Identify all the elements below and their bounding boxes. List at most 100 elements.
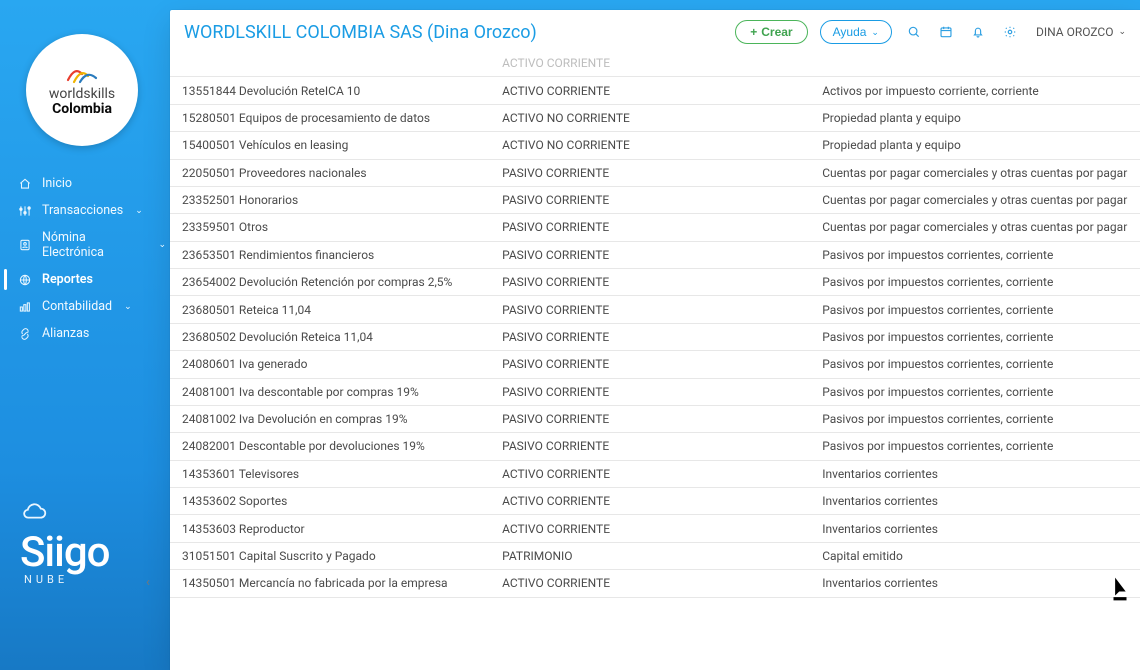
badge-icon <box>18 238 32 252</box>
cell-c3: Cuentas por pagar comerciales y otras cu… <box>810 186 1140 213</box>
sidebar-item-label: Reportes <box>42 272 93 287</box>
cell-c2: ACTIVO CORRIENTE <box>490 515 810 542</box>
cell-c2: PASIVO CORRIENTE <box>490 241 810 268</box>
cell-c3: Propiedad planta y equipo <box>810 104 1140 131</box>
cell-c1: 23680502 Devolución Reteica 11,04 <box>170 323 490 350</box>
sidebar-item-alianzas[interactable]: Alianzas <box>4 320 170 347</box>
table-row[interactable]: 23680502 Devolución Reteica 11,04PASIVO … <box>170 323 1140 350</box>
globe-icon <box>18 273 32 287</box>
table-row[interactable]: 15400501 Vehículos en leasingACTIVO NO C… <box>170 132 1140 159</box>
collapse-sidebar-button[interactable]: ‹ <box>146 575 150 590</box>
cell-c3: Inventarios corrientes <box>810 570 1140 597</box>
cell-c2: ACTIVO NO CORRIENTE <box>490 132 810 159</box>
user-menu[interactable]: DINA OROZCO⌄ <box>1036 25 1126 39</box>
cell-c2: PASIVO CORRIENTE <box>490 405 810 432</box>
sidebar-item-reportes[interactable]: Reportes <box>4 266 170 293</box>
sidebar-item-transacciones[interactable]: Transacciones ⌄ <box>4 197 170 224</box>
table-row[interactable]: 31051501 Capital Suscrito y PagadoPATRIM… <box>170 542 1140 569</box>
cell-c1: 15280501 Equipos de procesamiento de dat… <box>170 104 490 131</box>
cursor-icon <box>1110 576 1130 606</box>
bars-icon <box>18 300 32 314</box>
gear-icon[interactable] <box>1000 22 1020 42</box>
table-row[interactable]: 14353602 SoportesACTIVO CORRIENTEInventa… <box>170 488 1140 515</box>
table-row[interactable]: ACTIVO CORRIENTE <box>170 50 1140 77</box>
cell-c1: 14353602 Soportes <box>170 488 490 515</box>
cell-c2: PASIVO CORRIENTE <box>490 186 810 213</box>
logo-line2: Colombia <box>52 101 112 117</box>
page-title: WORDLSKILL COLOMBIA SAS (Dina Orozco) <box>184 22 537 43</box>
table-row[interactable]: 14353601 TelevisoresACTIVO CORRIENTEInve… <box>170 460 1140 487</box>
table-row[interactable]: 23653501 Rendimientos financierosPASIVO … <box>170 241 1140 268</box>
cell-c2: PASIVO CORRIENTE <box>490 214 810 241</box>
worldskills-mark-icon <box>62 64 102 87</box>
table-row[interactable]: 24081001 Iva descontable por compras 19%… <box>170 378 1140 405</box>
chevron-down-icon: ⌄ <box>1118 27 1126 37</box>
cell-c3: Pasivos por impuestos corrientes, corrie… <box>810 269 1140 296</box>
cell-c1: 31051501 Capital Suscrito y Pagado <box>170 542 490 569</box>
table-row[interactable]: 14353603 ReproductorACTIVO CORRIENTEInve… <box>170 515 1140 542</box>
cell-c3: Pasivos por impuestos corrientes, corrie… <box>810 351 1140 378</box>
cell-c2: ACTIVO CORRIENTE <box>490 50 810 77</box>
cell-c3: Pasivos por impuestos corrientes, corrie… <box>810 323 1140 350</box>
create-button[interactable]: +Crear <box>735 20 807 44</box>
link-icon <box>18 327 32 341</box>
brand-sub: NUBE <box>24 573 109 586</box>
table-row[interactable]: 23654002 Devolución Retención por compra… <box>170 269 1140 296</box>
help-button[interactable]: Ayuda ⌄ <box>820 20 892 44</box>
cell-c1: 14350501 Mercancía no fabricada por la e… <box>170 570 490 597</box>
table-row[interactable]: 23359501 OtrosPASIVO CORRIENTECuentas po… <box>170 214 1140 241</box>
table-row[interactable]: 23352501 HonorariosPASIVO CORRIENTECuent… <box>170 186 1140 213</box>
org-logo: worldskillsColombia <box>26 34 138 146</box>
table-row[interactable]: 15280501 Equipos de procesamiento de dat… <box>170 104 1140 131</box>
cell-c3: Pasivos por impuestos corrientes, corrie… <box>810 296 1140 323</box>
help-button-label: Ayuda <box>833 25 867 39</box>
accounts-table: ACTIVO CORRIENTE13551844 Devolución Rete… <box>170 50 1140 670</box>
cell-c1: 14353603 Reproductor <box>170 515 490 542</box>
cell-c2: PATRIMONIO <box>490 542 810 569</box>
logo-line1: worldskills <box>49 86 115 102</box>
cell-c2: PASIVO CORRIENTE <box>490 351 810 378</box>
table-row[interactable]: 13551844 Devolución ReteICA 10ACTIVO COR… <box>170 77 1140 104</box>
cell-c3: Activos por impuesto corriente, corrient… <box>810 77 1140 104</box>
cell-c3: Pasivos por impuestos corrientes, corrie… <box>810 405 1140 432</box>
search-icon[interactable] <box>904 22 924 42</box>
cell-c1: 23680501 Reteica 11,04 <box>170 296 490 323</box>
cell-c3: Inventarios corrientes <box>810 488 1140 515</box>
create-button-label: Crear <box>761 25 792 39</box>
calendar-icon[interactable] <box>936 22 956 42</box>
table-row[interactable]: 14350501 Mercancía no fabricada por la e… <box>170 570 1140 597</box>
table-row[interactable]: 24082001 Descontable por devoluciones 19… <box>170 433 1140 460</box>
cell-c2: PASIVO CORRIENTE <box>490 433 810 460</box>
table-row[interactable]: 23680501 Reteica 11,04PASIVO CORRIENTEPa… <box>170 296 1140 323</box>
cell-c2: PASIVO CORRIENTE <box>490 269 810 296</box>
chevron-down-icon: ⌄ <box>158 240 166 250</box>
cell-c2: ACTIVO CORRIENTE <box>490 570 810 597</box>
sidebar-item-label: Transacciones <box>42 203 123 218</box>
cell-c3: Cuentas por pagar comerciales y otras cu… <box>810 214 1140 241</box>
sidebar-item-label: Contabilidad <box>42 299 112 314</box>
topbar: WORDLSKILL COLOMBIA SAS (Dina Orozco) +C… <box>170 10 1140 50</box>
chevron-down-icon: ⌄ <box>135 206 143 216</box>
chevron-down-icon: ⌄ <box>871 27 879 38</box>
cell-c1: 24081002 Iva Devolución en compras 19% <box>170 405 490 432</box>
cell-c3: Cuentas por pagar comerciales y otras cu… <box>810 159 1140 186</box>
table-row[interactable]: 24080601 Iva generadoPASIVO CORRIENTEPas… <box>170 351 1140 378</box>
cell-c1: 23359501 Otros <box>170 214 490 241</box>
sidebar-item-contabilidad[interactable]: Contabilidad⌄ <box>4 293 170 320</box>
cell-c1: 15400501 Vehículos en leasing <box>170 132 490 159</box>
table-row[interactable]: 22050501 Proveedores nacionalesPASIVO CO… <box>170 159 1140 186</box>
cell-c3: Inventarios corrientes <box>810 460 1140 487</box>
sidebar-item-inicio[interactable]: Inicio <box>4 170 170 197</box>
cloud-icon <box>20 503 48 524</box>
cell-c2: PASIVO CORRIENTE <box>490 296 810 323</box>
table-row[interactable]: 24081002 Iva Devolución en compras 19%PA… <box>170 405 1140 432</box>
cell-c1: 24081001 Iva descontable por compras 19% <box>170 378 490 405</box>
home-icon <box>18 177 32 191</box>
cell-c3: Inventarios corrientes <box>810 515 1140 542</box>
sidebar-item-nomina[interactable]: Nómina Electrónica ⌄ <box>4 224 170 266</box>
cell-c3: Pasivos por impuestos corrientes, corrie… <box>810 378 1140 405</box>
sidebar-item-label: Nómina Electrónica <box>42 230 146 260</box>
bell-icon[interactable] <box>968 22 988 42</box>
cell-c2: ACTIVO NO CORRIENTE <box>490 104 810 131</box>
cell-c2: PASIVO CORRIENTE <box>490 159 810 186</box>
